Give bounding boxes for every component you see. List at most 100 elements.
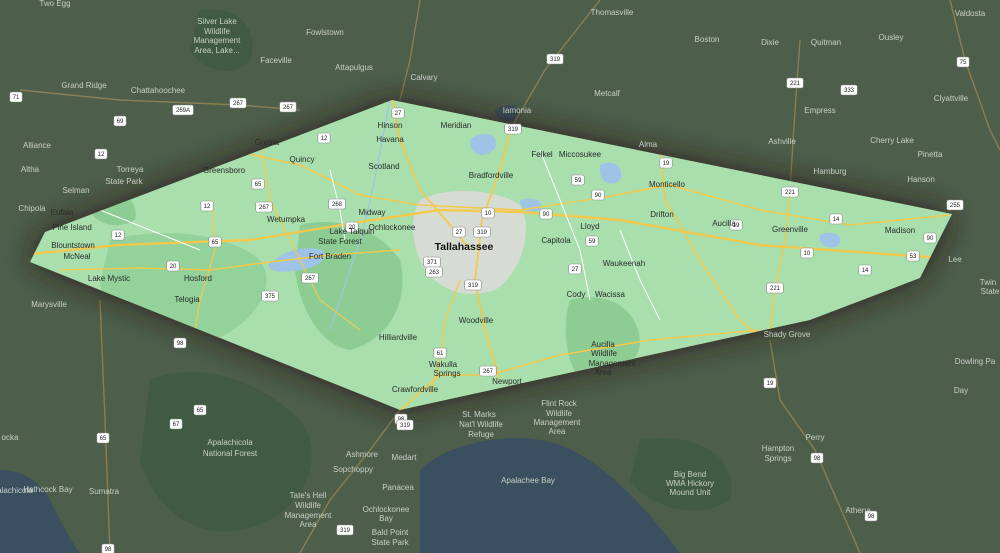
place-label: Apalachicola	[0, 486, 33, 495]
route-shield: 12	[200, 200, 214, 212]
route-shield-number: 59	[575, 178, 582, 184]
route-shield: 319	[473, 226, 491, 238]
place-label: Day	[954, 386, 968, 395]
place-label: Miccosukee	[559, 150, 602, 159]
route-shield-number: 267	[305, 276, 316, 282]
place-label: Wacissa	[595, 290, 625, 299]
route-shield-number: 319	[550, 57, 561, 63]
place-label: State Park	[371, 538, 409, 547]
place-label: Madison	[885, 226, 915, 235]
route-shield: 319	[464, 279, 482, 291]
route-shield: 90	[539, 208, 553, 220]
place-label: Lloyd	[580, 222, 599, 231]
place-label: Bald Point	[372, 528, 409, 537]
place-label: Wetumpka	[267, 215, 306, 224]
route-shield-number: 61	[437, 351, 444, 357]
place-label: Alliance	[23, 141, 52, 150]
map-canvas[interactable]: 27 319 267 12 65 12 12 267 268 10 90 90 59 19 221 14 90 5…	[0, 0, 1000, 553]
place-label: Crawfordville	[392, 385, 439, 394]
place-label: Hanson	[907, 175, 935, 184]
place-label: Bradfordville	[469, 171, 514, 180]
route-shield-number: 263	[429, 270, 440, 276]
route-shield: 59	[585, 235, 599, 247]
place-label: Aucilla	[591, 340, 615, 349]
route-shield-number: 19	[663, 161, 670, 167]
place-label: Wakulla	[429, 360, 458, 369]
place-label: Lake Talquin	[330, 227, 375, 236]
place-label: Fort Braden	[309, 252, 351, 261]
place-label: Aucilla	[712, 219, 736, 228]
place-label: Nat'l Wildlife	[459, 420, 503, 429]
place-label: Blountstown	[51, 241, 95, 250]
route-shield-number: 90	[543, 212, 550, 218]
route-shield: 12	[317, 132, 331, 144]
place-label: Ochlockonee	[369, 223, 416, 232]
place-label: Lake Mystic	[88, 274, 130, 283]
route-shield-number: 267	[233, 101, 244, 107]
route-shield: 67	[169, 418, 183, 430]
route-shield-number: 65	[212, 240, 219, 246]
route-shield-number: 12	[115, 233, 122, 239]
route-shield: 98	[810, 452, 824, 464]
route-shield-number: 319	[340, 528, 351, 534]
place-label: Management	[285, 511, 332, 520]
place-label: Ochlockonee	[363, 505, 410, 514]
route-shield: 221	[786, 77, 804, 89]
place-label: Quitman	[811, 38, 841, 47]
route-shield-number: 53	[910, 254, 917, 260]
place-label: Big Bend	[674, 470, 706, 479]
place-label: Lee	[948, 255, 962, 264]
place-label: Dixie	[761, 38, 779, 47]
place-label: Scotland	[368, 162, 399, 171]
place-label: McNeal	[63, 252, 90, 261]
place-label: Management	[534, 418, 581, 427]
route-shield: 263	[425, 266, 443, 278]
route-shield: 69	[113, 115, 127, 127]
place-label: Torreya	[117, 165, 144, 174]
route-shield: 375	[261, 290, 279, 302]
route-shield: 10	[481, 207, 495, 219]
place-label: ocka	[2, 433, 19, 442]
route-shield: 65	[251, 178, 265, 190]
route-shield-number: 12	[204, 204, 211, 210]
place-label: Sopchoppy	[333, 465, 373, 474]
place-label: Athena	[845, 506, 871, 515]
place-label: Cody	[567, 290, 586, 299]
route-shield-number: 20	[170, 264, 177, 270]
route-shield-number: 319	[508, 127, 519, 133]
route-shield: 27	[568, 263, 582, 275]
place-label: Area, Lake...	[194, 46, 239, 55]
route-shield: 319	[504, 123, 522, 135]
place-label: Valdosta	[955, 9, 986, 18]
place-label: Panacea	[382, 483, 414, 492]
route-shield-number: 98	[177, 341, 184, 347]
place-label: State Forest	[318, 237, 362, 246]
route-shield-number: 65	[100, 436, 107, 442]
city-label-major: Tallahassee	[435, 241, 494, 253]
route-shield: 267	[301, 272, 319, 284]
place-label: Midway	[358, 208, 385, 217]
route-shield-number: 269A	[176, 108, 190, 114]
route-shield-number: 65	[197, 408, 204, 414]
place-label: Mound Unit	[670, 488, 712, 497]
route-shield: 90	[591, 189, 605, 201]
route-shield-number: 98	[814, 456, 821, 462]
route-shield: 333	[840, 84, 858, 96]
route-shield: 19	[659, 157, 673, 169]
route-shield-number: 75	[960, 60, 967, 66]
place-label: Tate's Hell	[290, 491, 327, 500]
route-shield: 53	[906, 250, 920, 262]
place-label: Meridian	[441, 121, 472, 130]
place-label: Ashville	[768, 137, 796, 146]
route-shield-number: 10	[804, 251, 811, 257]
place-label: Havana	[376, 135, 404, 144]
route-shield: 59	[571, 174, 585, 186]
place-label: Iamonia	[503, 106, 532, 115]
route-shield-number: 69	[117, 119, 124, 125]
route-shield: 61	[433, 347, 447, 359]
place-label: Fowlstown	[306, 28, 344, 37]
place-label: Hinson	[378, 121, 403, 130]
place-label: State Park	[105, 177, 143, 186]
route-shield-number: 27	[572, 267, 579, 273]
place-label: Pinetta	[918, 150, 943, 159]
